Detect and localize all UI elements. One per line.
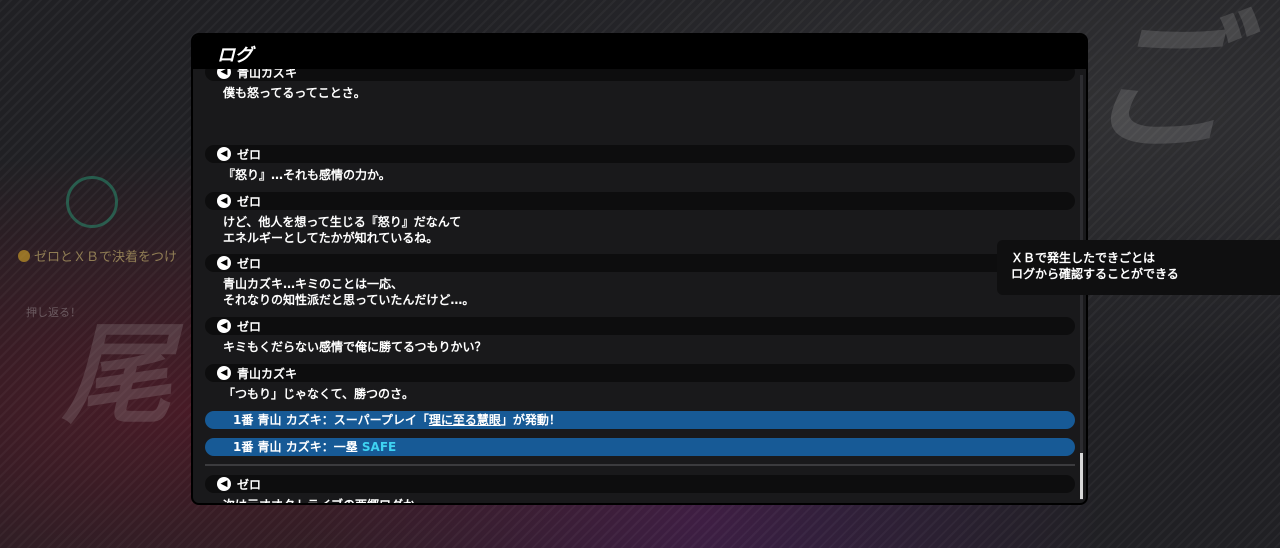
log-entry: ◀ ゼロ 『怒り』…それも感情の力か。 xyxy=(205,145,1075,183)
speaker-name: ゼロ xyxy=(237,257,262,271)
tooltip-line-1: ＸＢで発生したできごとは xyxy=(1011,251,1156,265)
log-entry-latest: ◀ ゼロ 次は元オオタトライブの西郷ログか… まさかキミまで感情的にはならないよ… xyxy=(205,475,1075,505)
dialogue-text: 青山カズキ…キミのことは一応、 それなりの知性派だと思っていたんだけど…。 xyxy=(223,277,475,307)
dialogue-text: 僕も怒ってるってことさ。 xyxy=(223,86,366,100)
dialogue-text: 次は元オオタトライブの西郷ログか… まさかキミまで感情的にはならないよね？ xyxy=(223,498,428,505)
speaker-bar: ◀ ゼロ xyxy=(205,317,1075,335)
background-target-ring xyxy=(66,176,118,228)
system-event-bar: 1番 青山 カズキ：一塁 SAFE xyxy=(205,438,1075,456)
voice-replay-icon[interactable]: ◀ xyxy=(217,256,231,270)
voice-replay-icon[interactable]: ◀ xyxy=(217,319,231,333)
background-objective-text: ゼロとＸＢで決着をつけ xyxy=(34,250,178,265)
tooltip-line-2: ログから確認することができる xyxy=(1011,267,1179,281)
speaker-name: ゼロ xyxy=(237,195,262,209)
background-objective: ゼロとＸＢで決着をつけ xyxy=(18,246,177,265)
speaker-name: ゼロ xyxy=(237,478,262,492)
info-icon xyxy=(18,250,30,262)
dialogue-text: 『怒り』…それも感情の力か。 xyxy=(223,168,391,182)
background-subtext: 押し返る！ xyxy=(26,306,81,319)
log-entry: ◀ ゼロ けど、他人を想って生じる『怒り』だなんて エネルギーとしてたかが知れて… xyxy=(205,192,1075,246)
log-entry: ◀ 青山カズキ 「つもり」じゃなくて、勝つのさ。 xyxy=(205,364,1075,402)
log-entry: ◀ ゼロ キミもくだらない感情で俺に勝てるつもりかい？ xyxy=(205,317,1075,355)
log-entry: ◀ 青山カズキ 僕も怒ってるってことさ。 xyxy=(205,69,1075,101)
speaker-bar: ◀ ゼロ xyxy=(205,145,1075,163)
log-body[interactable]: ◀ 青山カズキ 僕も怒ってるってことさ。 ◀ ゼロ 『怒り』…それも感情の力か。… xyxy=(193,69,1086,505)
log-divider xyxy=(205,464,1075,466)
skill-name: 理に至る慧眼 xyxy=(428,413,501,427)
help-tooltip: ＸＢで発生したできごとは ログから確認することができる xyxy=(997,240,1280,295)
speaker-bar: ◀ ゼロ xyxy=(205,192,1075,210)
log-entry: ◀ ゼロ 青山カズキ…キミのことは一応、 それなりの知性派だと思っていたんだけど… xyxy=(205,254,1075,308)
log-header: ログ xyxy=(193,35,1086,69)
speaker-name: 青山カズキ xyxy=(237,69,298,80)
log-title: ログ xyxy=(217,45,253,66)
log-scrollbar-thumb[interactable] xyxy=(1080,453,1083,499)
system-event-text: 1番 青山 カズキ：スーパープレイ「理に至る慧眼」が発動！ xyxy=(233,411,561,429)
system-event-text: 1番 青山 カズキ：一塁 SAFE xyxy=(233,438,396,456)
speaker-bar: ◀ 青山カズキ xyxy=(205,69,1075,81)
voice-replay-icon[interactable]: ◀ xyxy=(217,477,231,491)
background-logo-right: ご xyxy=(1085,0,1236,172)
play-result: SAFE xyxy=(361,440,397,454)
dialogue-text: 「つもり」じゃなくて、勝つのさ。 xyxy=(223,387,415,401)
voice-replay-icon[interactable]: ◀ xyxy=(217,69,231,79)
system-event-prefix: 1番 青山 カズキ：一塁 xyxy=(233,440,362,454)
system-event-bar: 1番 青山 カズキ：スーパープレイ「理に至る慧眼」が発動！ xyxy=(205,411,1075,429)
background-logo-left: 尾 xyxy=(62,311,172,439)
system-event-prefix: 1番 青山 カズキ：スーパープレイ「 xyxy=(233,413,429,427)
voice-replay-icon[interactable]: ◀ xyxy=(217,147,231,161)
speaker-bar: ◀ ゼロ xyxy=(205,475,1075,493)
system-event-suffix: 」が発動！ xyxy=(500,413,561,427)
speaker-bar: ◀ 青山カズキ xyxy=(205,364,1075,382)
dialogue-text: キミもくだらない感情で俺に勝てるつもりかい？ xyxy=(223,340,487,354)
log-panel: ログ ◀ 青山カズキ 僕も怒ってるってことさ。 ◀ ゼロ 『怒り』…それも感情の… xyxy=(191,33,1088,505)
speaker-name: ゼロ xyxy=(237,148,262,162)
voice-replay-icon[interactable]: ◀ xyxy=(217,366,231,380)
speaker-name: ゼロ xyxy=(237,320,262,334)
speaker-name: 青山カズキ xyxy=(237,367,298,381)
voice-replay-icon[interactable]: ◀ xyxy=(217,194,231,208)
speaker-bar: ◀ ゼロ xyxy=(205,254,1075,272)
dialogue-text: けど、他人を想って生じる『怒り』だなんて エネルギーとしてたかが知れているね。 xyxy=(223,215,462,245)
